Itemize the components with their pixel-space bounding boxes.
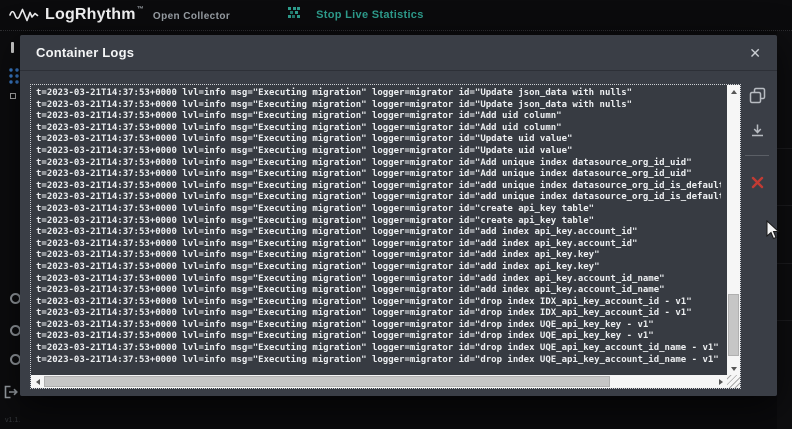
- vertical-scrollbar[interactable]: [727, 85, 740, 375]
- scroll-up-button[interactable]: [727, 85, 740, 98]
- delete-container-button[interactable]: [743, 176, 771, 189]
- log-text[interactable]: t=2023-03-21T14:37:53+0000 lvl=info msg=…: [31, 85, 721, 373]
- row-divider: [777, 205, 792, 206]
- collector-dots-icon[interactable]: [6, 67, 20, 92]
- scroll-down-button[interactable]: [727, 362, 740, 375]
- left-arrow-icon: [36, 379, 40, 385]
- horizontal-scrollbar[interactable]: [31, 375, 727, 388]
- vertical-scroll-thumb[interactable]: [728, 294, 739, 356]
- row-divider: [777, 263, 792, 264]
- log-viewer[interactable]: t=2023-03-21T14:37:53+0000 lvl=info msg=…: [30, 84, 741, 389]
- red-x-icon: [751, 176, 764, 189]
- modal-header: Container Logs ✕: [20, 35, 777, 71]
- logout-icon[interactable]: [4, 385, 18, 399]
- copy-icon: [749, 87, 766, 104]
- stop-live-statistics-button[interactable]: Stop Live Statistics: [288, 6, 423, 24]
- scroll-right-button[interactable]: [714, 375, 727, 388]
- row-divider: [777, 148, 792, 149]
- close-icon[interactable]: ✕: [749, 46, 761, 60]
- background-table-strip: [777, 31, 792, 429]
- download-logs-button[interactable]: [743, 123, 771, 138]
- tool-divider: [745, 155, 769, 156]
- live-statistics-icon: [288, 6, 300, 24]
- sidebar-item-icon[interactable]: [10, 354, 20, 365]
- down-arrow-icon: [731, 367, 737, 371]
- resize-grip[interactable]: [727, 375, 740, 388]
- sidebar-item-icon[interactable]: [10, 293, 20, 304]
- trademark: ™: [137, 6, 144, 13]
- top-bar: LogRhythm™ Open Collector Stop Live Stat…: [0, 0, 792, 31]
- sidebar-item-icon[interactable]: [10, 93, 16, 99]
- up-arrow-icon: [731, 90, 737, 94]
- download-icon: [750, 123, 765, 138]
- sidebar-item-icon[interactable]: [10, 325, 20, 336]
- stop-live-statistics-label: Stop Live Statistics: [316, 9, 423, 21]
- container-logs-modal: Container Logs ✕ t=2023-03-21T14:37:53+0…: [20, 35, 777, 396]
- brand-name: LogRhythm™: [45, 6, 144, 24]
- scroll-left-button[interactable]: [31, 375, 44, 388]
- sidebar-item-icon[interactable]: [11, 42, 14, 53]
- app-version: v1.1.3: [5, 417, 20, 424]
- horizontal-scroll-thumb[interactable]: [44, 376, 610, 387]
- row-divider: [777, 320, 792, 321]
- right-arrow-icon: [719, 379, 723, 385]
- copy-logs-button[interactable]: [743, 87, 771, 104]
- modal-title: Container Logs: [36, 45, 134, 60]
- logrhythm-logo-icon: [9, 6, 39, 24]
- left-sidebar: v1.1.3: [0, 31, 20, 429]
- product-name: Open Collector: [153, 8, 230, 22]
